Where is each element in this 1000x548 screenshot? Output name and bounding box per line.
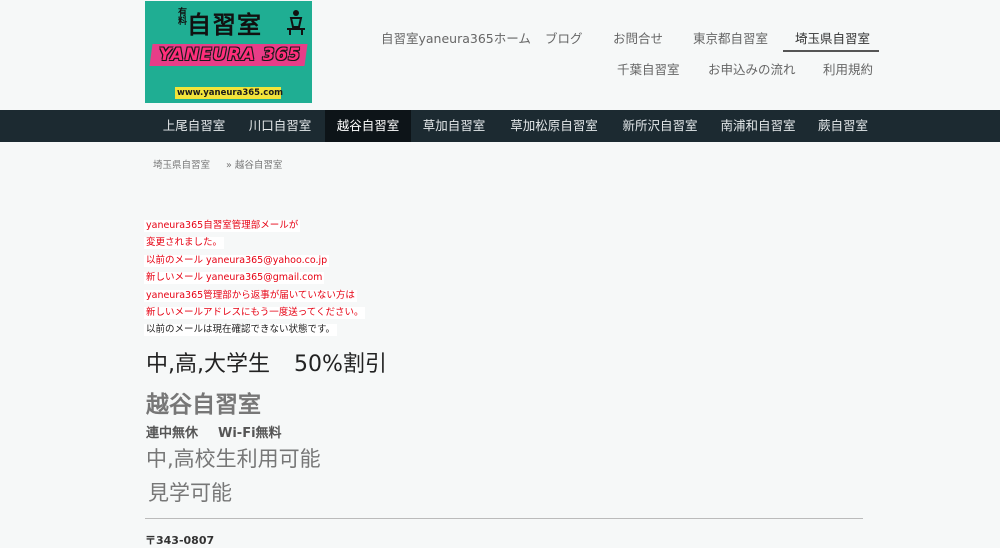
feature-open-daily: 連中無休 (146, 426, 199, 441)
nav-home[interactable]: 自習室yaneura365ホーム (381, 28, 531, 47)
nav-tokyo[interactable]: 東京都自習室 (693, 28, 768, 47)
category-soka-matsubara[interactable]: 草加松原自習室 (499, 110, 609, 142)
feature-wifi: Wi-Fi無料 (218, 426, 282, 441)
notice-line: 変更されました。 (144, 237, 225, 249)
category-minami-urawa[interactable]: 南浦和自習室 (710, 110, 806, 142)
discount-label: 中,高,大学生 (146, 352, 270, 377)
logo-small-label: 有料 (178, 8, 188, 27)
features: 連中無休 Wi-Fi無料 (146, 422, 282, 441)
studying-person-icon (287, 10, 305, 35)
notice-line: yaneura365管理部から返事が届いていない方は (144, 290, 357, 302)
notice-line: 以前のメール yaneura365@yahoo.co.jp (144, 255, 330, 267)
category-shin-tokorozawa[interactable]: 新所沢自習室 (612, 110, 708, 142)
logo-title: 自習室 (187, 11, 262, 39)
tour-available-line: 見学可能 (148, 481, 232, 505)
logo-url: www.yaneura365.com (177, 88, 284, 98)
category-warabi[interactable]: 蕨自習室 (808, 110, 878, 142)
notice-line: 新しいメールアドレスにもう一度送ってください。 (144, 307, 366, 319)
breadcrumb-current: » 越谷自習室 (226, 160, 283, 171)
site-logo[interactable]: 有料 自習室 YANEURA 365 www.yaneura365.com (145, 1, 312, 103)
category-bar: 上尾自習室 川口自習室 越谷自習室 草加自習室 草加松原自習室 新所沢自習室 南… (0, 110, 1000, 142)
nav-saitama[interactable]: 埼玉県自習室 (795, 28, 870, 47)
student-discount: 中,高,大学生 50%割引 (146, 346, 387, 378)
discount-rate: 50%割引 (294, 352, 387, 377)
availability-line: 中,高校生利用可能 (146, 447, 321, 471)
category-koshigaya[interactable]: 越谷自習室 (325, 110, 411, 142)
notice-line: yaneura365自習室管理部メールが (144, 220, 301, 232)
nav-terms[interactable]: 利用規約 (823, 59, 873, 78)
nav-active-underline (783, 50, 879, 52)
postal-code: 〒343-0807 (145, 534, 215, 547)
category-soka[interactable]: 草加自習室 (412, 110, 496, 142)
nav-blog[interactable]: ブログ (545, 28, 583, 47)
notice-line: 以前のメールは現在確認できない状態です。 (144, 324, 338, 336)
category-ageo[interactable]: 上尾自習室 (152, 110, 236, 142)
category-kawaguchi[interactable]: 川口自習室 (238, 110, 322, 142)
page-title: 越谷自習室 (146, 392, 261, 418)
breadcrumb-parent[interactable]: 埼玉県自習室 (153, 157, 210, 171)
logo-brand: YANEURA 365 (159, 45, 302, 65)
nav-contact[interactable]: お問合せ (613, 28, 663, 47)
divider (145, 518, 863, 519)
nav-chiba[interactable]: 千葉自習室 (617, 59, 680, 78)
nav-application-flow[interactable]: お申込みの流れ (708, 59, 796, 78)
notice-line: 新しいメール yaneura365@gmail.com (144, 272, 325, 284)
